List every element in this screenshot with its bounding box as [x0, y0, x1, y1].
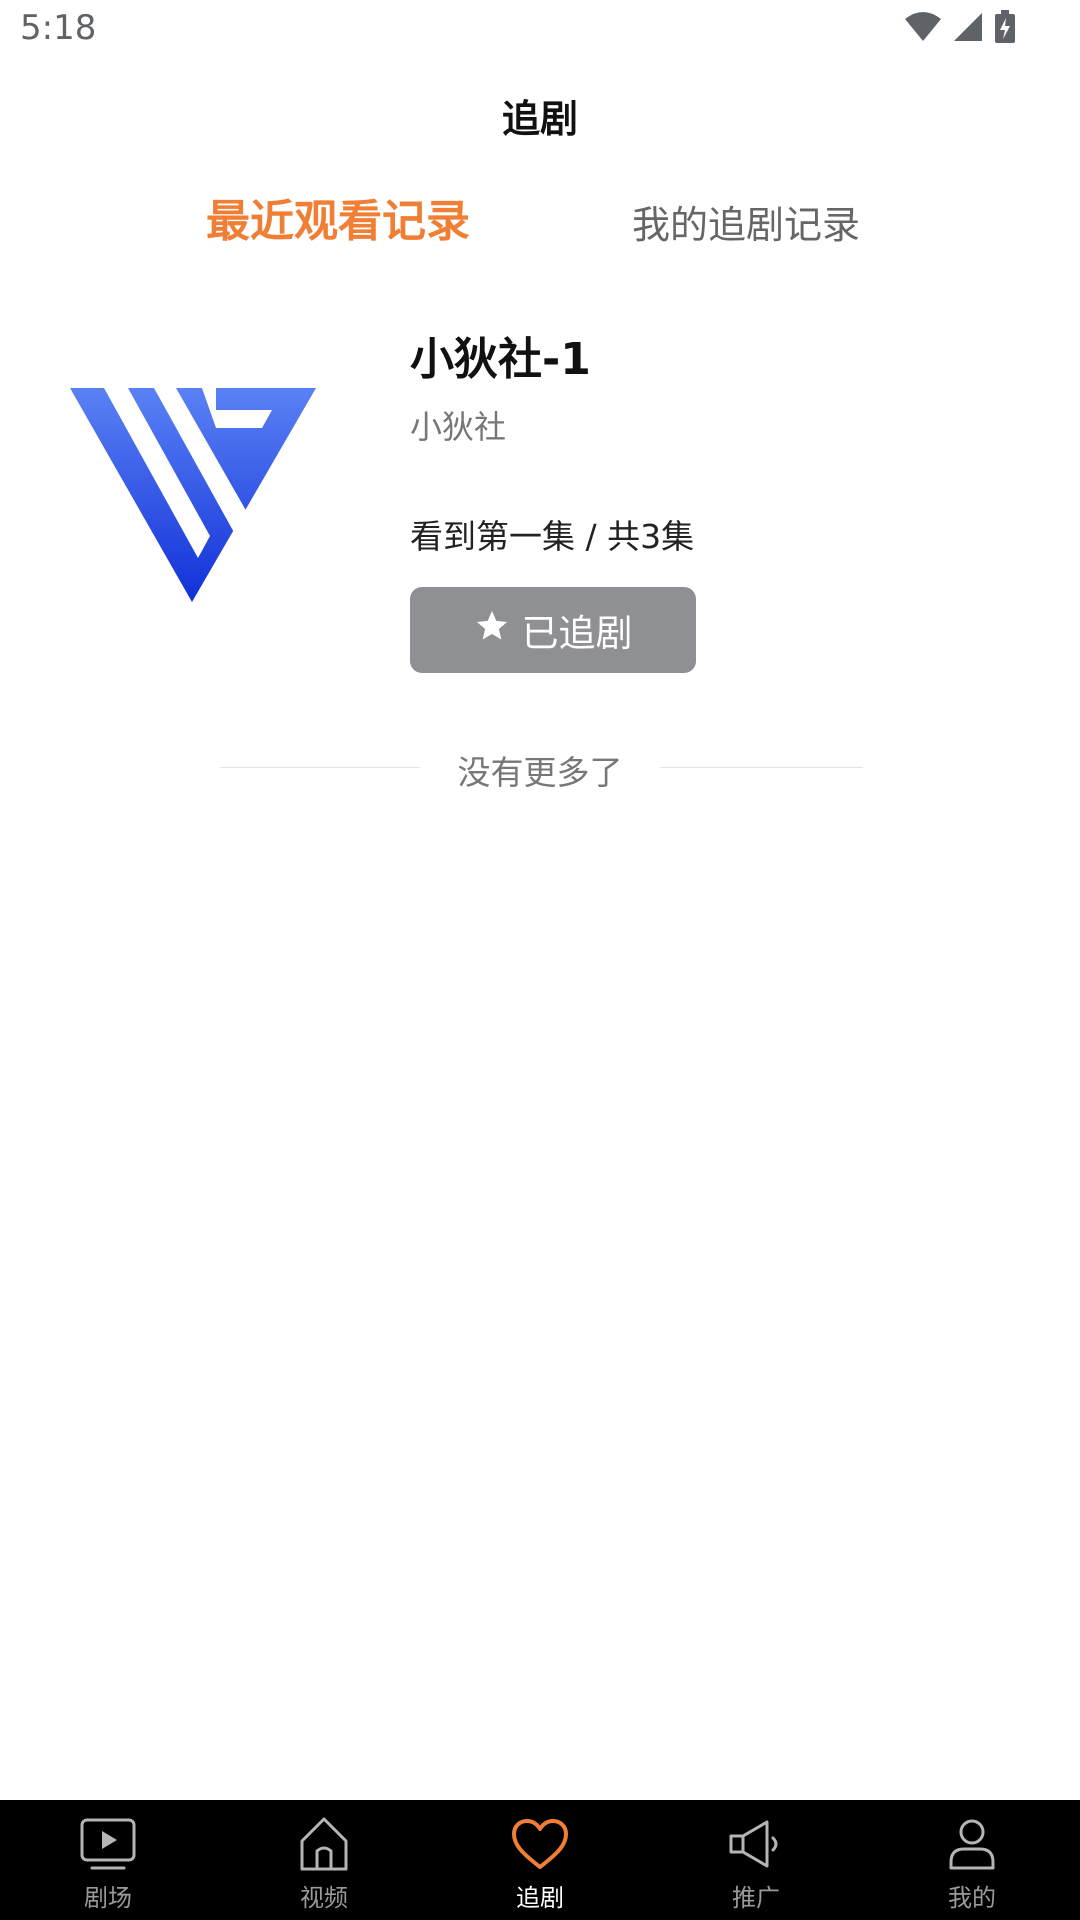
wifi-icon: [904, 11, 942, 47]
status-icons: [904, 10, 1016, 48]
nav-label-mine: 我的: [948, 1884, 996, 1912]
heart-icon: [510, 1814, 570, 1874]
status-bar: 5:18: [0, 0, 1080, 60]
user-icon: [942, 1814, 1002, 1874]
status-time: 5:18: [20, 8, 97, 48]
drama-title[interactable]: 小狄社-1: [410, 323, 591, 387]
nav-item-video[interactable]: 视频: [216, 1800, 432, 1920]
drama-author: 小狄社: [410, 408, 507, 446]
nav-label-follow: 追剧: [516, 1884, 564, 1912]
followed-button-label: 已追剧: [521, 612, 633, 655]
megaphone-icon: [726, 1814, 786, 1874]
nav-label-promote: 推广: [732, 1884, 780, 1912]
nav-label-video: 视频: [300, 1884, 348, 1912]
end-of-list-text: 没有更多了: [457, 753, 623, 792]
signal-icon: [952, 11, 984, 47]
tab-recent-history[interactable]: 最近观看记录: [206, 185, 470, 249]
drama-cover-logo[interactable]: [66, 380, 322, 610]
home-icon: [294, 1814, 354, 1874]
tab-my-follows[interactable]: 我的追剧记录: [632, 194, 860, 249]
watch-progress: 看到第一集 / 共3集: [410, 517, 695, 556]
divider-left: [220, 767, 420, 768]
nav-item-mine[interactable]: 我的: [864, 1800, 1080, 1920]
battery-icon: [994, 10, 1016, 48]
nav-item-promote[interactable]: 推广: [648, 1800, 864, 1920]
tv-play-icon: [78, 1814, 138, 1874]
followed-button[interactable]: 已追剧: [410, 587, 696, 673]
nav-item-theater[interactable]: 剧场: [0, 1800, 216, 1920]
bottom-nav: 剧场 视频 追剧 推广 我的: [0, 1800, 1080, 1920]
page-title: 追剧: [501, 97, 578, 141]
nav-item-follow[interactable]: 追剧: [432, 1800, 648, 1920]
nav-label-theater: 剧场: [84, 1884, 132, 1912]
screen: 5:18 追剧 最近观看记录 我的追剧记录 小狄社-1 小狄社 看到第一集 / …: [0, 0, 1080, 1920]
star-icon: [474, 608, 510, 653]
divider-right: [660, 767, 863, 768]
